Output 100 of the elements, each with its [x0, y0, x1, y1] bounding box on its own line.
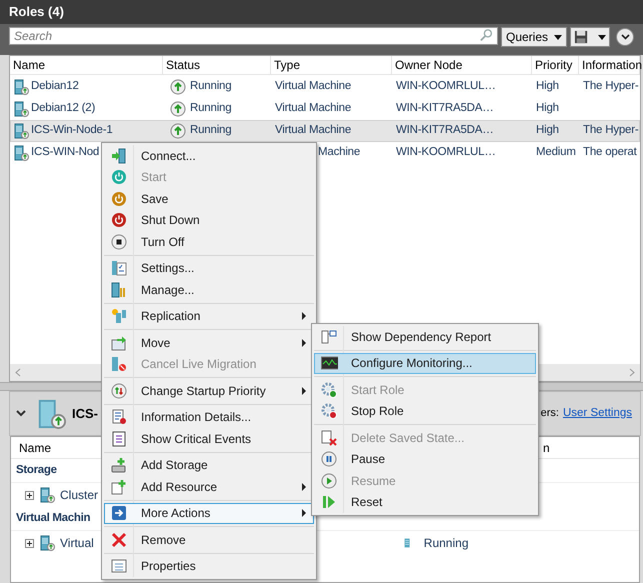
arrow-window-icon [111, 334, 127, 351]
pause-icon [321, 451, 337, 468]
status-text: Running [424, 535, 468, 552]
menu-item[interactable]: Stop Role [314, 400, 536, 422]
server-tools-icon [111, 282, 127, 298]
add-drive-icon [111, 457, 127, 474]
type-text: Machine [318, 146, 360, 158]
document-icon [111, 409, 127, 426]
menu-item[interactable]: Reset [314, 492, 536, 513]
document-delete-icon [321, 430, 337, 446]
search-icon [480, 29, 494, 43]
column-header[interactable]: n [543, 438, 550, 456]
selected-row[interactable]: ICS-Win-Node-1 Running Virtual Machine WIN-KIT7RA5DA… High The Hyper- [10, 120, 640, 142]
queries-button[interactable]: Queries [501, 27, 567, 47]
log-icon [111, 430, 127, 447]
status-text: Running [190, 123, 232, 138]
submenu-arrow-icon [302, 386, 307, 395]
submenu-arrow-icon [302, 338, 307, 347]
server-icon [13, 101, 29, 117]
power-icon [111, 169, 127, 186]
caret-icon [598, 34, 606, 40]
chevron-down-icon[interactable] [16, 410, 26, 417]
status-text: Running [190, 101, 232, 116]
server-arrow-icon [111, 148, 127, 164]
server-icon [36, 398, 66, 430]
save-button[interactable] [570, 27, 610, 47]
caret-icon [554, 34, 562, 40]
menu-item[interactable]: Replication [104, 306, 314, 327]
role-name: ICS-WIN-Nod [31, 145, 100, 160]
submenu-arrow-icon [302, 312, 307, 320]
server-icon [39, 487, 55, 503]
priority-text: High [536, 124, 559, 136]
type-text: Virtual Machine [275, 124, 352, 136]
priority-text: High [536, 102, 559, 114]
type-text: Virtual Machine [275, 80, 352, 92]
menu-item[interactable]: Settings... [104, 258, 314, 279]
role-title: ICS- [72, 404, 98, 423]
menu-item[interactable]: Remove [104, 529, 314, 550]
menu-item[interactable]: Information Details... [104, 406, 314, 428]
expand-toggle[interactable] [25, 490, 34, 500]
submenu-arrow-icon [302, 482, 307, 491]
power-icon [111, 190, 127, 207]
menu-item[interactable]: Move [104, 332, 314, 354]
menu-item[interactable]: Pause [314, 448, 536, 470]
column-header[interactable]: Type [271, 56, 392, 74]
menu-item[interactable]: Save [104, 188, 314, 210]
expand-button[interactable] [616, 28, 634, 46]
menu-item[interactable]: Manage... [104, 279, 314, 300]
add-document-icon [111, 478, 127, 495]
owners-label: ers: [540, 406, 559, 422]
menu-item[interactable]: Properties [104, 556, 314, 577]
report-icon [321, 328, 337, 345]
type-text: Virtual Machine [275, 102, 352, 114]
up-down-arrows-icon [111, 382, 127, 399]
gear-icon [321, 382, 337, 398]
resource-name: Virtual [60, 535, 94, 552]
column-header[interactable]: Name [10, 56, 163, 74]
information-text: The Hyper- [583, 80, 639, 92]
group-header: Virtual Machin [16, 510, 90, 526]
menu-item[interactable]: Change Startup Priority [104, 380, 314, 402]
menu-item[interactable]: Configure Monitoring... [314, 352, 536, 374]
menu-item[interactable]: Add Storage [104, 454, 314, 476]
chevron-down-icon [620, 34, 630, 40]
monitor-icon [320, 355, 338, 372]
menu-item[interactable]: Add Resource [104, 476, 314, 498]
expand-toggle[interactable] [25, 538, 34, 548]
stop-icon [111, 234, 127, 250]
window-list-icon [111, 558, 127, 574]
menu-item[interactable]: Connect... [104, 145, 314, 166]
role-name: ICS-Win-Node-1 [31, 123, 113, 138]
server-cancel-icon [111, 356, 127, 372]
menu-item[interactable]: Turn Off [104, 231, 314, 252]
owner-node-text: WIN-KIT7RA5DA… [396, 124, 494, 136]
close-icon [111, 532, 127, 548]
owner-node-text: WIN-KIT7RA5DA… [396, 102, 494, 114]
priority-text: High [536, 80, 559, 92]
information-text: The Hyper- [583, 124, 639, 136]
menu-item[interactable]: More Actions [104, 502, 314, 524]
user-settings-link[interactable]: User Settings [562, 404, 632, 422]
resource-name: Cluster [60, 487, 98, 504]
status-text: Running [190, 79, 232, 94]
submenu-arrow-icon [302, 509, 307, 518]
role-name: Debian12 [31, 79, 79, 94]
column-header[interactable]: Status [163, 56, 271, 74]
play-icon [321, 472, 337, 489]
power-icon [111, 212, 127, 228]
column-header[interactable]: Priority [532, 56, 579, 74]
owner-node-text: WIN-KOOMRLUL… [396, 146, 496, 158]
column-header[interactable]: Owner Node [392, 56, 532, 74]
menu-item[interactable]: Show Critical Events [104, 428, 314, 450]
gear-icon [321, 403, 337, 420]
role-name: Debian12 (2) [31, 101, 96, 116]
menu-item[interactable]: Show Dependency Report [314, 326, 536, 348]
menu-item[interactable]: Shut Down [104, 210, 314, 231]
group-header: Storage [16, 462, 57, 478]
server-icon [39, 535, 55, 551]
owner-node-text: WIN-KOOMRLUL… [396, 80, 496, 92]
column-header[interactable]: Information [579, 56, 640, 74]
skip-icon [321, 494, 337, 510]
server-icon [13, 79, 29, 95]
